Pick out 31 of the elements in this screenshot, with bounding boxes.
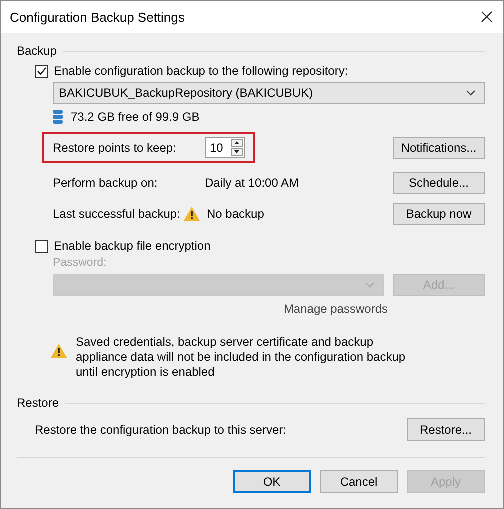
last-backup-value: No backup — [207, 207, 264, 221]
restore-button[interactable]: Restore... — [407, 418, 485, 441]
close-icon[interactable] — [481, 11, 493, 23]
restore-label: Restore the configuration backup to this server: — [35, 422, 286, 436]
warning-message: Saved credentials, backup server certificate and backup appliance data will not be included in the configuration backup until encryption is enabled — [76, 335, 407, 380]
caret-icon — [466, 90, 476, 96]
database-icon — [53, 110, 63, 124]
storage-info: 73.2 GB free of 99.9 GB — [71, 110, 200, 124]
notifications-button[interactable]: Notifications... — [393, 136, 485, 158]
schedule-button[interactable]: Schedule... — [393, 172, 485, 194]
backup-now-button[interactable]: Backup now — [393, 203, 485, 225]
field-label: Restore points to keep: — [53, 140, 178, 154]
caret-icon — [366, 282, 374, 288]
section-title: Backup — [17, 44, 58, 58]
restore-points-spinner[interactable]: 10 — [205, 137, 245, 158]
schedule-value: Daily at 10:00 AM — [205, 176, 300, 190]
field-label: Last successful backup: — [53, 207, 182, 221]
section-title: Restore — [17, 396, 60, 410]
cancel-button[interactable]: Cancel — [320, 470, 398, 493]
warning-icon — [50, 343, 68, 359]
ok-button[interactable]: OK — [233, 470, 311, 493]
field-label: Perform backup on: — [53, 176, 159, 190]
warning-icon — [183, 206, 201, 222]
field-label: Password: — [53, 257, 108, 271]
window-title: Configuration Backup Settings — [10, 10, 185, 24]
checkbox[interactable] — [35, 240, 48, 252]
checkbox-label: Enable backup file encryption — [54, 239, 211, 253]
repository-dropdown[interactable]: BAKICUBUK_BackupRepository (BAKICUBUK) — [53, 82, 485, 104]
checkbox[interactable] — [35, 64, 48, 78]
manage-passwords-link[interactable]: Manage passwords — [284, 302, 388, 316]
checkbox-label: Enable configuration backup to the following repository: — [54, 64, 348, 78]
